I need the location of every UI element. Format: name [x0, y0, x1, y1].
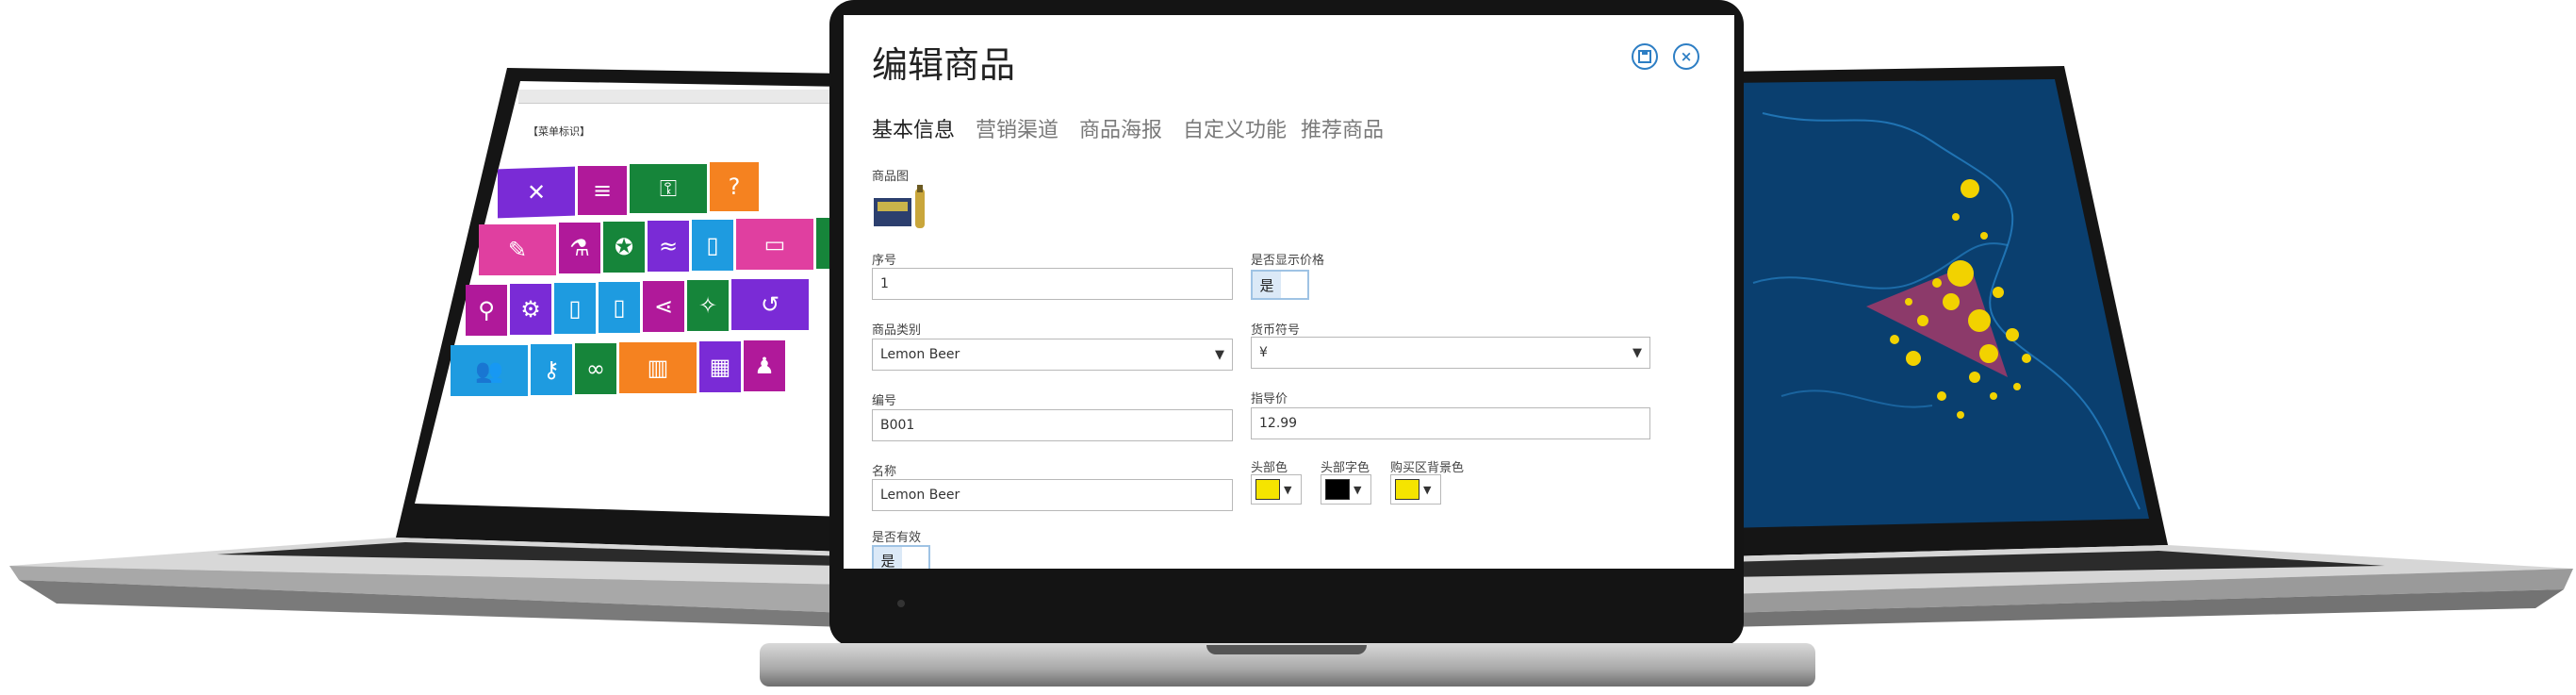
dropdown-arrow-icon: ▼ [1423, 483, 1432, 496]
serial-input[interactable]: 1 [872, 268, 1233, 300]
product-image[interactable] [872, 185, 930, 232]
page-title: 编辑商品 [872, 44, 1016, 86]
category-value: Lemon Beer [880, 347, 960, 362]
tile-user[interactable]: ♟ [744, 340, 785, 391]
tile-chart[interactable]: ▥ [619, 342, 697, 393]
category-select[interactable]: Lemon Beer ▼ [872, 339, 1233, 371]
left-laptop: 【菜单标识】 ✕ ≡ ⚿ ? ✎ ⚗ ✪ ≈ ▯ ▭ C ⚲ ⚙ ▯ ▯ ⋖ ✧… [0, 0, 877, 695]
tile-database[interactable]: ≡ [578, 166, 627, 215]
guide-price-label: 指导价 [1251, 392, 1288, 406]
tile-gear[interactable]: ⚙ [510, 284, 551, 335]
currency-label: 货币符号 [1251, 323, 1301, 338]
dropdown-arrow-icon: ▼ [1284, 483, 1292, 496]
serial-label: 序号 [872, 254, 897, 268]
tile-flask[interactable]: ⚗ [559, 223, 600, 273]
code-label: 编号 [872, 394, 897, 408]
tab-product-poster[interactable]: 商品海报 [1079, 113, 1162, 143]
tile-link[interactable]: ∞ [575, 343, 616, 394]
header-font-color-label: 头部字色 [1321, 461, 1370, 475]
tile-monitor[interactable]: ▭ [736, 219, 813, 270]
header-font-color-swatch [1325, 479, 1350, 500]
tile-people[interactable]: 👥 [451, 345, 528, 396]
cart-bg-color-picker[interactable]: ▼ [1390, 474, 1441, 505]
name-input[interactable]: Lemon Beer [872, 479, 1233, 511]
tile-bulb[interactable]: ✧ [687, 280, 729, 331]
valid-label: 是否有效 [872, 531, 922, 545]
tab-basic-info[interactable]: 基本信息 [872, 113, 955, 143]
tile-file-a[interactable]: ▯ [554, 283, 596, 334]
tile-doc[interactable]: ▯ [692, 220, 733, 271]
category-label: 商品类别 [872, 323, 922, 338]
save-icon[interactable] [1632, 43, 1658, 70]
chevron-down-icon: ▼ [1215, 347, 1224, 362]
left-browser-bar [518, 90, 848, 104]
camera [897, 600, 905, 607]
tile-award[interactable]: ✪ [603, 222, 645, 273]
guide-price-input[interactable]: 12.99 [1251, 407, 1650, 439]
tab-custom-functions[interactable]: 自定义功能 [1183, 113, 1287, 143]
tab-marketing-channels[interactable]: 营销渠道 [976, 113, 1058, 143]
header-color-label: 头部色 [1251, 461, 1288, 475]
valid-toggle[interactable]: 是 [872, 545, 930, 569]
left-header-text: 【菜单标识】 [528, 125, 590, 138]
close-icon[interactable]: × [1673, 43, 1699, 70]
tile-history[interactable]: ↺ [731, 279, 809, 330]
cart-bg-label: 购买区背景色 [1390, 461, 1465, 475]
valid-toggle-label: 是 [874, 547, 902, 569]
code-input[interactable]: B001 [872, 409, 1233, 441]
header-color-picker[interactable]: ▼ [1251, 474, 1302, 505]
center-screen: 编辑商品 × 基本信息 营销渠道 商品海报 自定义功能 推荐商品 商品图 序号 … [844, 15, 1734, 569]
tile-tools[interactable]: ✕ [498, 166, 575, 219]
tile-pin[interactable]: ⚲ [466, 285, 507, 336]
tile-key[interactable]: ⚷ [531, 344, 572, 395]
header-font-color-picker[interactable]: ▼ [1321, 474, 1371, 505]
tile-tag[interactable]: ✎ [479, 224, 556, 275]
center-laptop-notch [1206, 645, 1367, 654]
name-label: 名称 [872, 465, 897, 479]
cart-bg-color-swatch [1395, 479, 1419, 500]
chevron-down-icon: ▼ [1633, 345, 1642, 360]
right-laptop [1725, 0, 2576, 695]
tile-apps[interactable]: ▦ [699, 341, 741, 392]
show-price-toggle-label: 是 [1253, 272, 1281, 298]
tab-recommended-products[interactable]: 推荐商品 [1301, 113, 1384, 143]
header-color-swatch [1255, 479, 1280, 500]
product-image-graphic [874, 185, 925, 228]
currency-select[interactable]: ¥ ▼ [1251, 337, 1650, 369]
dropdown-arrow-icon: ▼ [1354, 483, 1362, 496]
image-label: 商品图 [872, 170, 910, 184]
tile-share[interactable]: ⋖ [643, 281, 684, 332]
tile-lock[interactable]: ⚿ [630, 164, 707, 213]
tile-help[interactable]: ? [710, 162, 759, 211]
currency-value: ¥ [1259, 345, 1268, 360]
show-price-label: 是否显示价格 [1251, 254, 1325, 268]
tile-wave[interactable]: ≈ [648, 221, 689, 272]
show-price-toggle[interactable]: 是 [1251, 270, 1309, 300]
right-laptop-frame [1725, 66, 2573, 627]
tile-file-b[interactable]: ▯ [599, 282, 640, 333]
